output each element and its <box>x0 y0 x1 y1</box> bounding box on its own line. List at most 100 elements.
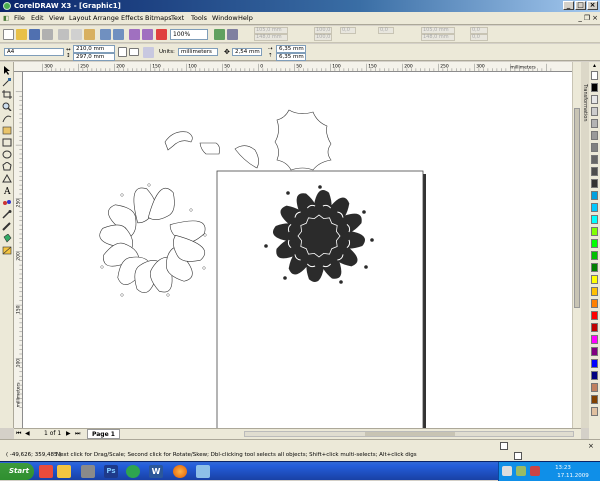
duplicate-y-field[interactable]: 6,35 mm <box>276 53 306 61</box>
menu-view[interactable]: View <box>49 12 64 25</box>
copy-icon[interactable] <box>71 29 82 40</box>
quicklaunch-folder-icon[interactable] <box>57 465 71 478</box>
interactive-blend-tool-icon[interactable] <box>2 198 12 207</box>
palette-swatch[interactable] <box>591 335 598 344</box>
print-icon[interactable] <box>42 29 53 40</box>
ornament-fragment[interactable] <box>199 142 220 155</box>
palette-swatch[interactable] <box>591 347 598 356</box>
status-close-icon[interactable]: × <box>588 442 594 450</box>
horizontal-scroll-thumb[interactable] <box>365 432 455 436</box>
page-width-field[interactable]: 210,0 mm <box>73 45 115 53</box>
palette-swatch[interactable] <box>591 155 598 164</box>
ornament-dot[interactable] <box>264 244 268 248</box>
menu-edit[interactable]: Edit <box>31 12 44 25</box>
minimize-button[interactable]: _ <box>563 1 574 10</box>
interactive-fill-tool-icon[interactable] <box>2 246 12 255</box>
basic-shapes-tool-icon[interactable] <box>2 174 12 183</box>
scroll-thumb[interactable] <box>574 108 580 308</box>
document-icon[interactable]: ◧ <box>3 12 9 25</box>
palette-swatch[interactable] <box>591 95 598 104</box>
wreath-dot[interactable] <box>189 208 193 212</box>
tray-icon-3[interactable] <box>530 466 540 476</box>
quicklaunch-app-icon[interactable] <box>81 465 95 478</box>
fill-tool-icon[interactable] <box>2 234 12 243</box>
palette-swatch[interactable] <box>591 299 598 308</box>
palette-swatch[interactable] <box>591 383 598 392</box>
wreath-dot[interactable] <box>120 293 124 297</box>
quicklaunch-word-icon[interactable]: W <box>149 465 163 478</box>
palette-scroll-up-icon[interactable]: ▴ <box>591 62 598 69</box>
menu-layout[interactable]: Layout <box>69 12 91 25</box>
ornament-fragment[interactable] <box>164 131 193 151</box>
rectangle-tool-icon[interactable] <box>2 138 12 147</box>
quicklaunch-opera-icon[interactable] <box>39 465 53 478</box>
transformation-docker-tab[interactable]: Transformation <box>582 84 588 140</box>
start-button[interactable]: Start <box>0 463 34 480</box>
horizontal-scrollbar[interactable] <box>244 431 574 437</box>
wreath-dot[interactable] <box>100 265 104 269</box>
menu-file[interactable]: File <box>14 12 25 25</box>
palette-swatch[interactable] <box>591 311 598 320</box>
next-page-icon[interactable]: ▶ <box>66 429 71 439</box>
menu-text[interactable]: Text <box>171 12 184 25</box>
palette-swatch[interactable] <box>591 263 598 272</box>
palette-swatch[interactable] <box>591 167 598 176</box>
ornament-dot[interactable] <box>318 185 322 189</box>
outline-tool-icon[interactable] <box>2 222 12 231</box>
wreath-dot[interactable] <box>120 193 124 197</box>
palette-swatch[interactable] <box>591 131 598 140</box>
pick-tool-icon[interactable] <box>2 66 12 75</box>
ornament-fragment[interactable] <box>274 109 332 171</box>
nudge-field[interactable]: 2,54 mm <box>232 48 262 56</box>
wreath-dot[interactable] <box>203 233 207 237</box>
previous-page-icon[interactable]: ◀ <box>25 429 30 439</box>
ornament-dot[interactable] <box>283 276 287 280</box>
save-icon[interactable] <box>29 29 40 40</box>
palette-swatch[interactable] <box>591 215 598 224</box>
drawing-canvas[interactable] <box>23 72 572 428</box>
doc-restore-button[interactable]: ❐ <box>584 14 590 22</box>
paste-icon[interactable] <box>84 29 95 40</box>
ellipse-tool-icon[interactable] <box>2 150 12 159</box>
quicklaunch-window-icon[interactable] <box>196 465 210 478</box>
palette-swatch[interactable] <box>591 323 598 332</box>
eyedropper-tool-icon[interactable] <box>2 210 12 219</box>
ornament-dot[interactable] <box>362 210 366 214</box>
quicklaunch-photoshop-icon[interactable]: Ps <box>104 465 118 478</box>
wreath-dot[interactable] <box>147 183 151 187</box>
snap-icon[interactable] <box>214 29 225 40</box>
menu-arrange[interactable]: Arrange <box>93 12 119 25</box>
tab-page-1[interactable]: Page 1 <box>87 429 120 439</box>
polygon-tool-icon[interactable] <box>2 162 12 171</box>
crop-tool-icon[interactable] <box>2 90 12 99</box>
wreath-dot[interactable] <box>202 266 206 270</box>
palette-swatch[interactable] <box>591 359 598 368</box>
tray-icon-1[interactable] <box>502 466 512 476</box>
doc-minimize-button[interactable]: _ <box>578 14 582 22</box>
palette-swatch[interactable] <box>591 83 598 92</box>
maximize-button[interactable]: □ <box>575 1 586 10</box>
duplicate-x-field[interactable]: 6,35 mm <box>276 45 306 53</box>
palette-swatch[interactable] <box>591 275 598 284</box>
import-icon[interactable] <box>129 29 140 40</box>
zoom-level-field[interactable]: 100% <box>170 29 208 40</box>
last-page-icon[interactable]: ⏭ <box>75 429 80 439</box>
menu-bitmaps[interactable]: Bitmaps <box>145 12 172 25</box>
menu-help[interactable]: Help <box>238 12 253 25</box>
quicklaunch-firefox-icon[interactable] <box>173 465 187 478</box>
first-page-icon[interactable]: ⏮ <box>16 429 21 439</box>
palette-swatch[interactable] <box>591 119 598 128</box>
palette-swatch[interactable] <box>591 407 598 416</box>
palette-swatch[interactable] <box>591 395 598 404</box>
palette-swatch[interactable] <box>591 227 598 236</box>
smart-fill-tool-icon[interactable] <box>2 126 12 135</box>
freehand-tool-icon[interactable] <box>2 114 12 123</box>
all-pages-icon[interactable] <box>143 47 154 58</box>
page-size-select[interactable]: A4 <box>4 48 64 56</box>
ornament-dot[interactable] <box>370 238 374 242</box>
options-icon[interactable] <box>227 29 238 40</box>
palette-swatch[interactable] <box>591 143 598 152</box>
ornament-dot[interactable] <box>364 265 368 269</box>
zoom-tool-icon[interactable] <box>2 102 12 111</box>
doc-close-button[interactable]: × <box>592 14 598 22</box>
